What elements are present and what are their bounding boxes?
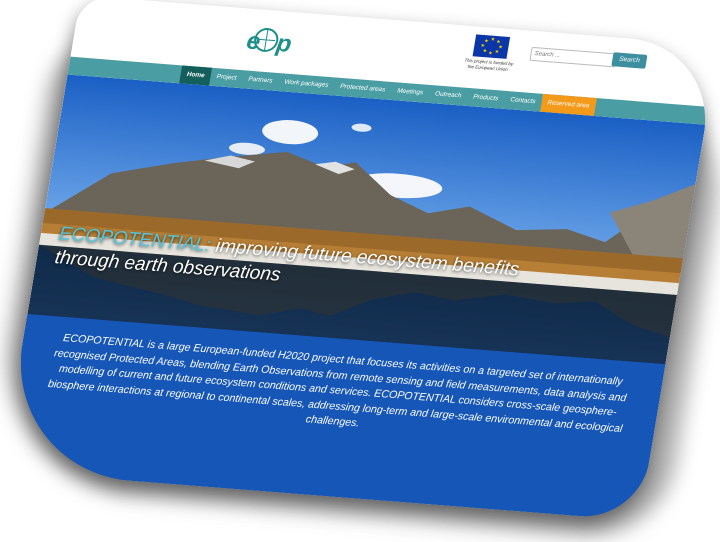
svg-text:e: e	[245, 28, 263, 56]
eu-flag-icon: ★ ★ ★ ★ ★ ★ ★ ★	[472, 34, 511, 59]
search-input[interactable]: Search ...	[529, 46, 618, 68]
nav-item-home[interactable]: Home	[179, 65, 212, 86]
website-card: e p ★ ★ ★ ★ ★ ★ ★ ★ This project is funded b…	[1, 0, 719, 521]
ecp-logo[interactable]: e p	[242, 19, 308, 63]
eu-funding-badge: ★ ★ ★ ★ ★ ★ ★ ★ This project is funded by th…	[462, 34, 518, 73]
search-button[interactable]: Search	[611, 52, 648, 69]
eu-funding-text: This project is funded by the European U…	[464, 57, 514, 72]
